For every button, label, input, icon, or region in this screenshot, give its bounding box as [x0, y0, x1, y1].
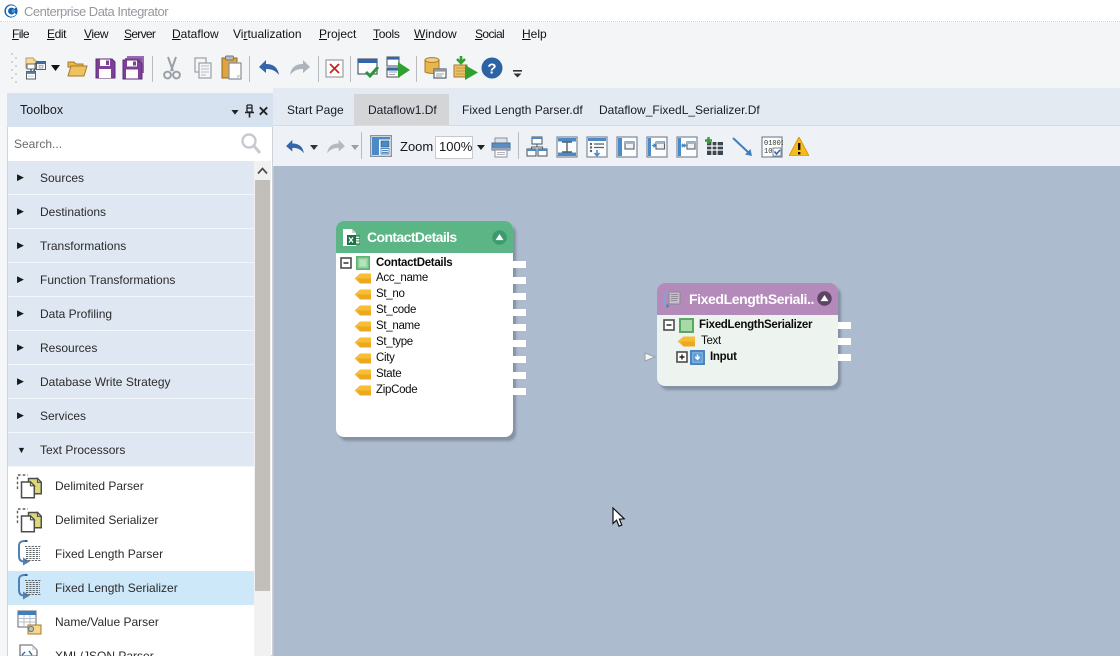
svg-text:01001: 01001 — [764, 140, 783, 148]
svg-text:?: ? — [487, 61, 496, 78]
svg-text:10: 10 — [764, 148, 772, 156]
